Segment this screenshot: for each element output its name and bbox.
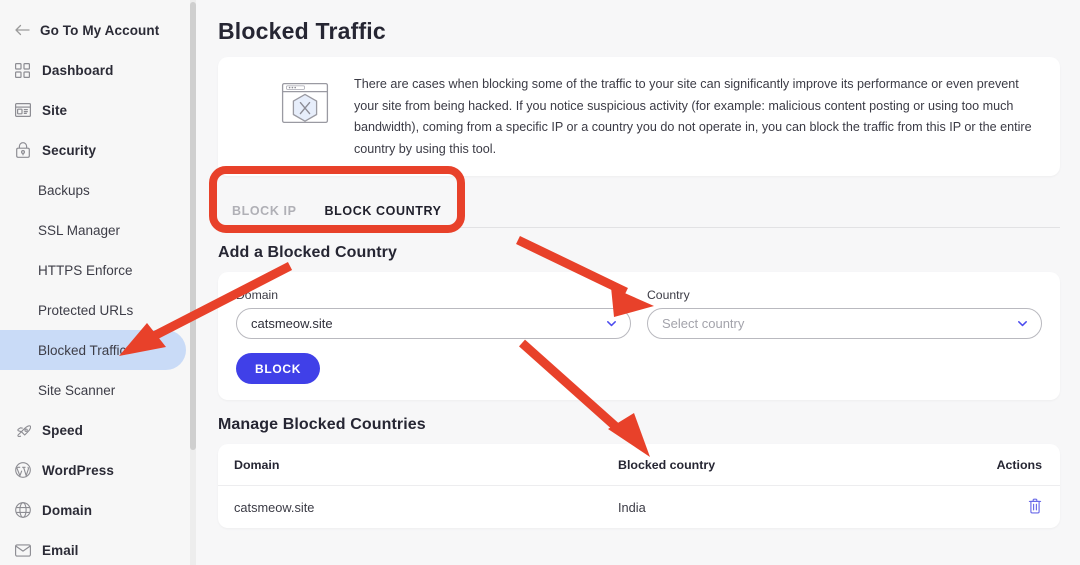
- domain-field-group: Domain catsmeow.site: [236, 288, 631, 339]
- sidebar: Go To My Account Dashboard Site Security…: [0, 0, 196, 565]
- blocked-site-illustration: [234, 73, 336, 136]
- sidebar-item-label: Dashboard: [42, 62, 114, 78]
- sidebar-item-ssl-manager[interactable]: SSL Manager: [0, 210, 186, 250]
- chevron-down-icon: [1016, 317, 1029, 330]
- column-header-domain: Domain: [234, 457, 280, 472]
- column-header-blocked-country: Blocked country: [618, 457, 716, 472]
- table-row: catsmeow.site India: [218, 486, 1060, 528]
- browser-window-icon: [14, 102, 31, 119]
- sidebar-item-email[interactable]: Email: [0, 530, 186, 565]
- country-label: Country: [647, 288, 690, 302]
- globe-icon: [14, 502, 31, 519]
- main-content: Blocked Traffic There are cases when blo…: [196, 0, 1080, 565]
- sidebar-item-speed[interactable]: Speed: [0, 410, 186, 450]
- sidebar-item-label: Email: [42, 542, 79, 558]
- info-card: There are cases when blocking some of th…: [218, 57, 1060, 176]
- sidebar-item-https-enforce[interactable]: HTTPS Enforce: [0, 250, 186, 290]
- tab-block-country[interactable]: BLOCK COUNTRY: [311, 204, 456, 228]
- cell-blocked-country: India: [618, 499, 646, 515]
- grid-icon: [14, 62, 31, 79]
- go-to-my-account-label: Go To My Account: [40, 22, 160, 38]
- sidebar-item-label: Site: [42, 102, 68, 118]
- add-blocked-country-card: Domain catsmeow.site Country Select coun…: [218, 272, 1060, 400]
- envelope-icon: [14, 542, 31, 559]
- sidebar-item-wordpress[interactable]: WordPress: [0, 450, 186, 490]
- domain-label: Domain: [236, 288, 278, 302]
- sidebar-item-label: Blocked Traffic: [38, 342, 127, 358]
- sidebar-item-protected-urls[interactable]: Protected URLs: [0, 290, 186, 330]
- table-header-row: Domain Blocked country Actions: [218, 444, 1060, 486]
- sidebar-item-dashboard[interactable]: Dashboard: [0, 50, 186, 90]
- page-title: Blocked Traffic: [218, 18, 386, 44]
- domain-select[interactable]: catsmeow.site: [236, 308, 631, 339]
- tabs-bar: BLOCK IP BLOCK COUNTRY: [218, 192, 1060, 228]
- sidebar-item-blocked-traffic[interactable]: Blocked Traffic: [0, 330, 186, 370]
- country-field-group: Country Select country: [647, 288, 1042, 339]
- sidebar-item-label: Backups: [38, 182, 90, 198]
- sidebar-item-label: Protected URLs: [38, 302, 134, 318]
- sidebar-item-domain[interactable]: Domain: [0, 490, 186, 530]
- cell-domain: catsmeow.site: [234, 499, 315, 515]
- cell-actions: [982, 498, 1042, 517]
- trash-icon[interactable]: [1028, 498, 1042, 514]
- sidebar-item-site[interactable]: Site: [0, 90, 186, 130]
- manage-blocked-countries-heading: Manage Blocked Countries: [218, 416, 426, 433]
- country-select-value: Select country: [662, 316, 745, 331]
- domain-select-value: catsmeow.site: [251, 316, 333, 331]
- rocket-icon: [14, 422, 31, 439]
- sidebar-item-label: SSL Manager: [38, 222, 121, 238]
- column-header-actions: Actions: [996, 457, 1042, 472]
- sidebar-item-label: Site Scanner: [38, 382, 116, 398]
- sidebar-item-label: Speed: [42, 422, 84, 438]
- app-root: Go To My Account Dashboard Site Security…: [0, 0, 1080, 565]
- sidebar-item-label: WordPress: [42, 462, 114, 478]
- sidebar-item-label: Security: [42, 142, 97, 158]
- tab-block-ip[interactable]: BLOCK IP: [218, 204, 311, 227]
- info-description: There are cases when blocking some of th…: [354, 77, 1032, 156]
- lock-icon: [14, 142, 31, 159]
- arrow-left-icon: [14, 22, 30, 38]
- block-button[interactable]: BLOCK: [236, 353, 321, 384]
- chevron-down-icon: [605, 317, 618, 330]
- sidebar-item-backups[interactable]: Backups: [0, 170, 186, 210]
- add-blocked-country-heading: Add a Blocked Country: [218, 244, 398, 261]
- sidebar-item-site-scanner[interactable]: Site Scanner: [0, 370, 186, 410]
- sidebar-item-label: HTTPS Enforce: [38, 262, 133, 278]
- sidebar-item-label: Domain: [42, 502, 93, 518]
- country-select[interactable]: Select country: [647, 308, 1042, 339]
- sidebar-item-security[interactable]: Security: [0, 130, 186, 170]
- wordpress-icon: [14, 462, 31, 479]
- blocked-countries-table: Domain Blocked country Actions catsmeow.…: [218, 444, 1060, 528]
- go-to-my-account-link[interactable]: Go To My Account: [0, 10, 196, 50]
